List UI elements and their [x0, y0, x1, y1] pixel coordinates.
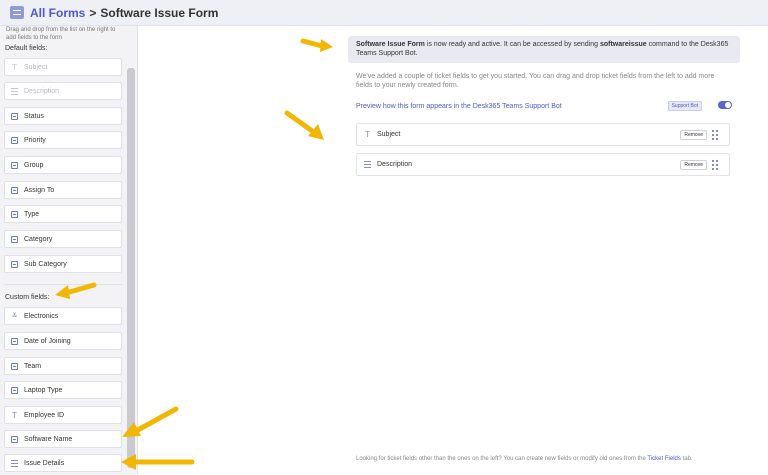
field-label: Status	[24, 112, 44, 120]
banner-text: is now ready and active. It can be acces…	[424, 41, 600, 48]
field-priority[interactable]: Priority	[4, 131, 122, 149]
field-label: Category	[24, 235, 53, 243]
field-label: Date of Joining	[24, 337, 71, 345]
annotation-arrow-icon	[284, 110, 324, 140]
footer-suffix: tab.	[680, 456, 693, 462]
field-date-of-joining[interactable]: Date of Joining	[4, 332, 122, 350]
form-editor: Software Issue Form is now ready and act…	[139, 26, 768, 475]
dropdown-icon	[11, 362, 18, 370]
field-laptop-type[interactable]: Laptop Type	[4, 381, 122, 399]
annotation-arrow-icon	[300, 38, 333, 52]
ticket-fields-link[interactable]: Ticket Fields	[647, 456, 680, 462]
support-bot-badge: Support Bot	[667, 101, 702, 111]
field-employee-id[interactable]: T Employee ID	[4, 406, 122, 424]
dropdown-icon	[11, 161, 18, 169]
dropdown-icon	[11, 112, 18, 120]
field-sub-category[interactable]: Sub Category	[4, 255, 122, 273]
page-title: Software Issue Form	[100, 5, 219, 20]
field-label: Priority	[24, 136, 46, 144]
field-label: Electronics	[24, 312, 59, 320]
form-field-subject[interactable]: T Subject Remove	[356, 123, 730, 146]
banner-command: softwareissue	[599, 41, 647, 48]
calendar-icon	[11, 337, 18, 345]
remove-button[interactable]: Remove	[680, 160, 707, 170]
custom-fields-heading: Custom fields:	[5, 294, 50, 301]
form-field-label: Subject	[377, 131, 401, 138]
chevrons-icon: ≚	[11, 312, 18, 320]
field-label: Issue Details	[24, 459, 65, 467]
top-header: All Forms > Software Issue Form	[0, 0, 768, 26]
field-category[interactable]: Category	[4, 230, 122, 248]
dropdown-icon	[11, 210, 18, 218]
annotation-arrow-icon	[122, 406, 179, 437]
annotation-arrow-icon	[55, 282, 97, 299]
field-software-name[interactable]: Software Name	[4, 430, 122, 448]
drag-handle-icon[interactable]	[712, 130, 718, 140]
field-label: Sub Category	[24, 260, 67, 268]
all-forms-link[interactable]: All Forms	[30, 6, 85, 20]
intro-text: We've added a couple of ticket fields to…	[356, 73, 715, 89]
drag-handle-icon[interactable]	[712, 160, 718, 170]
field-label: Assign To	[24, 186, 55, 194]
field-status[interactable]: Status	[4, 107, 122, 125]
field-subject: T Subject	[4, 58, 122, 76]
dropdown-icon	[11, 260, 18, 268]
sidebar-hint: Drag and drop from the list on the right…	[6, 27, 116, 41]
default-fields-heading: Default fields:	[5, 45, 48, 52]
field-label: Type	[24, 210, 40, 218]
form-field-description[interactable]: Description Remove	[356, 153, 730, 176]
dropdown-icon	[11, 136, 18, 144]
preview-bot-link[interactable]: Preview how this form appears in the Des…	[356, 103, 562, 110]
field-group[interactable]: Group	[4, 156, 122, 174]
text-icon: T	[12, 62, 17, 72]
field-electronics[interactable]: ≚ Electronics	[4, 307, 122, 325]
footer-text: Looking for ticket fields other than the…	[356, 456, 648, 462]
text-icon: T	[12, 410, 17, 420]
preview-row: Preview how this form appears in the Des…	[356, 100, 732, 112]
paragraph-icon	[11, 459, 18, 467]
field-type[interactable]: Type	[4, 205, 122, 223]
banner-form-name: Software Issue Form	[356, 41, 425, 48]
field-assign-to[interactable]: Assign To	[4, 181, 122, 199]
remove-button[interactable]: Remove	[680, 130, 707, 140]
field-issue-details[interactable]: Issue Details	[4, 454, 122, 472]
field-label: Software Name	[24, 435, 73, 443]
paragraph-icon	[364, 161, 371, 168]
dropdown-icon	[11, 386, 18, 394]
footer-note: Looking for ticket fields other than the…	[356, 456, 766, 462]
field-label: Team	[24, 362, 42, 370]
forms-list-icon[interactable]	[10, 6, 24, 19]
annotation-arrow-icon	[121, 454, 195, 470]
field-label: Laptop Type	[24, 386, 63, 394]
field-label: Group	[24, 161, 44, 169]
breadcrumb-separator: >	[89, 5, 97, 20]
dropdown-icon	[11, 235, 18, 243]
field-label: Subject	[24, 63, 48, 71]
field-description: Description	[4, 82, 122, 100]
paragraph-icon	[11, 87, 18, 95]
text-icon: T	[365, 130, 370, 139]
form-ready-banner: Software Issue Form is now ready and act…	[348, 36, 740, 63]
form-field-label: Description	[377, 161, 413, 168]
dropdown-icon	[11, 186, 18, 194]
field-team[interactable]: Team	[4, 357, 122, 375]
field-label: Description	[24, 87, 60, 95]
preview-toggle[interactable]	[718, 101, 732, 109]
dropdown-icon	[11, 435, 18, 443]
field-label: Employee ID	[24, 411, 65, 419]
